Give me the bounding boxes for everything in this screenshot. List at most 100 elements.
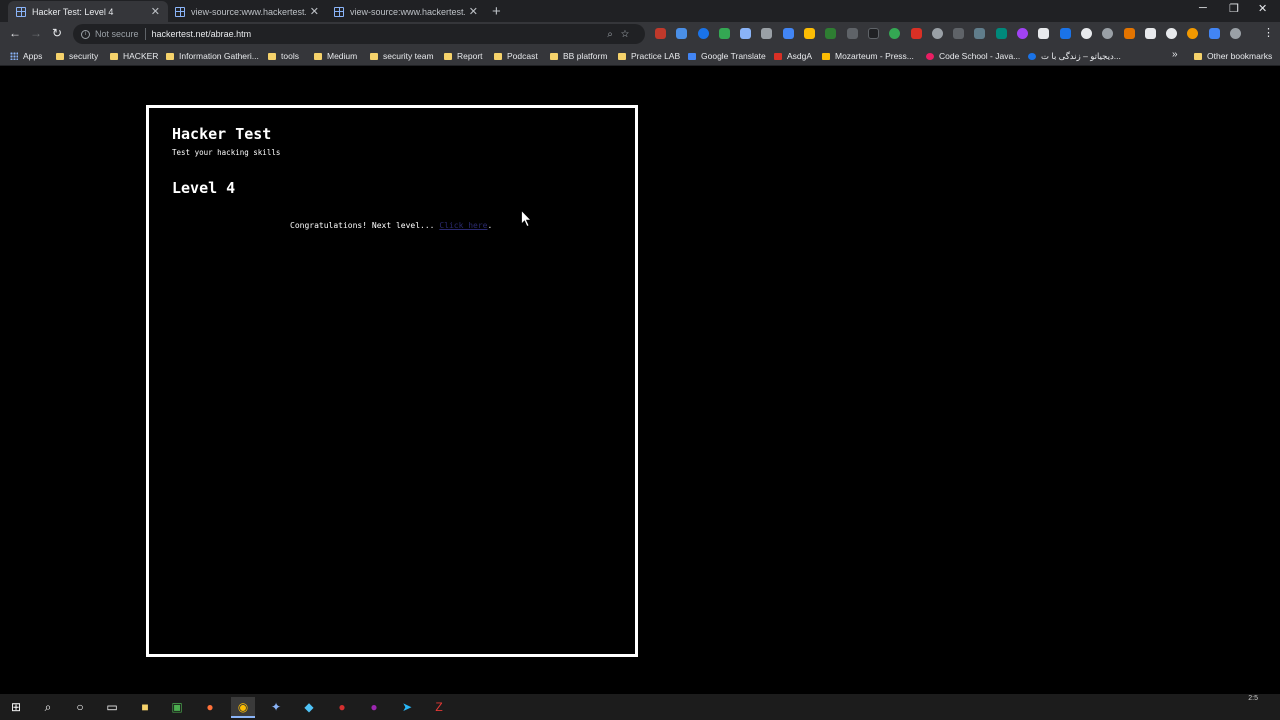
close-icon[interactable]: ✕ (151, 5, 160, 18)
task-view-icon[interactable]: ▭ (104, 699, 120, 715)
menu-icon[interactable]: ⋮ (1263, 26, 1274, 39)
bookmark-practice-lab[interactable]: Practice LAB (618, 51, 680, 61)
extension-icon[interactable] (953, 28, 965, 39)
extension-icon[interactable] (1059, 28, 1071, 39)
separator (144, 28, 146, 40)
next-level-link[interactable]: Click here (439, 221, 487, 230)
bookmark-digiato[interactable]: دیجیاتو – زندگی با ت... (1028, 51, 1121, 62)
bookmark-medium[interactable]: Medium (314, 51, 357, 61)
close-window-button[interactable]: ✕ (1258, 2, 1267, 15)
page-icon (334, 6, 344, 17)
bookmark-code-school[interactable]: Code School - Java... (926, 51, 1020, 61)
folder-icon (314, 52, 322, 60)
extension-icon[interactable] (676, 28, 688, 39)
message-text: Congratulations! Next level... (290, 221, 440, 230)
extension-icon[interactable] (718, 28, 730, 39)
bookmark-security-team[interactable]: security team (370, 51, 434, 61)
extension-icon[interactable] (1038, 28, 1050, 39)
address-bar[interactable]: i Not secure hackertest.net/abrae.htm ⌕☆ (73, 24, 645, 44)
windows-start-icon[interactable]: ⊞ (8, 699, 24, 715)
site-title: Hacker Test (172, 125, 272, 143)
extension-icon[interactable] (1102, 28, 1114, 39)
extension-icon[interactable] (1187, 28, 1199, 39)
extension-icon[interactable] (804, 28, 816, 39)
mouse-cursor-icon (521, 209, 532, 232)
folder-icon (56, 52, 64, 60)
bookmark-asdga[interactable]: AsdgA (774, 51, 812, 61)
extension-icon[interactable] (931, 28, 943, 39)
bookmark-google-translate[interactable]: Google Translate (688, 51, 766, 61)
github-icon[interactable]: ● (366, 699, 382, 715)
congratulations-message: Congratulations! Next level... Click her… (290, 221, 492, 230)
content-frame: Hacker Test Test your hacking skills Lev… (146, 105, 638, 657)
cortana-icon[interactable]: ○ (72, 699, 88, 715)
app-icon[interactable]: ◆ (301, 699, 317, 715)
folder-icon (268, 52, 276, 60)
extension-icon[interactable] (867, 28, 879, 39)
extension-icon[interactable] (1017, 28, 1029, 39)
app-icon[interactable]: ● (334, 699, 350, 715)
url-text[interactable]: hackertest.net/abrae.htm (152, 29, 252, 39)
app-icon[interactable]: Z (431, 699, 447, 715)
bookmark-hacker[interactable]: HACKER (110, 51, 158, 61)
bookmark-apps[interactable]: Apps (10, 51, 42, 61)
extension-icon[interactable] (1123, 28, 1135, 39)
folder-icon (110, 52, 118, 60)
extension-icon[interactable] (740, 28, 752, 39)
extension-icon[interactable] (761, 28, 773, 39)
clock: 2:5 (1248, 695, 1258, 702)
bookmark-podcast[interactable]: Podcast (494, 51, 538, 61)
tab-title: view-source:www.hackertest.net/ (191, 6, 306, 17)
telegram-icon[interactable]: ➤ (399, 699, 415, 715)
minimize-button[interactable]: ─ (1199, 2, 1207, 14)
bookmark-information-gathering[interactable]: Information Gatheri... (166, 51, 259, 61)
reload-button[interactable]: ↻ (52, 26, 62, 40)
app-icon[interactable]: ✦ (268, 699, 284, 715)
tab-view-source-1[interactable]: view-source:www.hackertest.net/ ✕ (167, 1, 327, 22)
info-icon[interactable]: i (81, 29, 90, 39)
tab-view-source-2[interactable]: view-source:www.hackertest.net/ ✕ (326, 1, 486, 22)
bookmark-other-bookmarks[interactable]: Other bookmarks (1194, 51, 1272, 61)
search-icon[interactable]: ⌕ (40, 699, 56, 715)
bookmark-icon (774, 52, 782, 60)
extension-icon[interactable] (825, 28, 837, 39)
bookmark-security[interactable]: security (56, 51, 98, 61)
page-icon (16, 6, 26, 17)
folder-icon (618, 52, 626, 60)
bookmark-bb-platform[interactable]: BB platform (550, 51, 607, 61)
extension-icon[interactable] (910, 28, 922, 39)
close-icon[interactable]: ✕ (310, 5, 319, 18)
extension-icon[interactable] (782, 28, 794, 39)
extension-icon[interactable] (846, 28, 858, 39)
profile-icon[interactable] (1230, 28, 1242, 39)
extension-icon[interactable] (697, 28, 709, 39)
site-subtitle: Test your hacking skills (172, 148, 281, 157)
notepad-icon[interactable]: ▣ (169, 699, 185, 715)
bookmark-icon (926, 52, 934, 60)
forward-button[interactable]: → (30, 26, 42, 40)
extension-icon[interactable] (995, 28, 1007, 39)
extension-icon[interactable] (655, 28, 666, 39)
chrome-icon[interactable]: ◉ (231, 697, 255, 718)
extension-icon[interactable] (974, 28, 986, 39)
restore-button[interactable]: ❐ (1229, 2, 1239, 15)
zoom-bookmark-icons[interactable]: ⌕☆ (607, 29, 637, 40)
firefox-icon[interactable]: ● (202, 699, 218, 715)
extension-icon[interactable] (1080, 28, 1092, 39)
security-label: Not secure (95, 29, 139, 39)
extension-icon[interactable] (1208, 28, 1220, 39)
new-tab-button[interactable]: + (492, 3, 501, 20)
extension-icon[interactable] (1166, 28, 1178, 39)
close-icon[interactable]: ✕ (469, 5, 478, 18)
tab-title: Hacker Test: Level 4 (32, 6, 114, 17)
bookmarks-overflow-chevron-icon[interactable]: » (1172, 49, 1178, 60)
extension-icon[interactable] (889, 28, 901, 39)
extension-icon[interactable] (1144, 28, 1156, 39)
back-button[interactable]: ← (9, 26, 21, 40)
tab-hacker-test-level-4[interactable]: Hacker Test: Level 4 ✕ (8, 1, 168, 22)
bookmark-report[interactable]: Report (444, 51, 483, 61)
file-explorer-icon[interactable]: ■ (137, 699, 153, 715)
bookmark-mozarteum[interactable]: Mozarteum - Press... (822, 51, 914, 61)
folder-icon (1194, 52, 1202, 60)
bookmark-tools[interactable]: tools (268, 51, 299, 61)
